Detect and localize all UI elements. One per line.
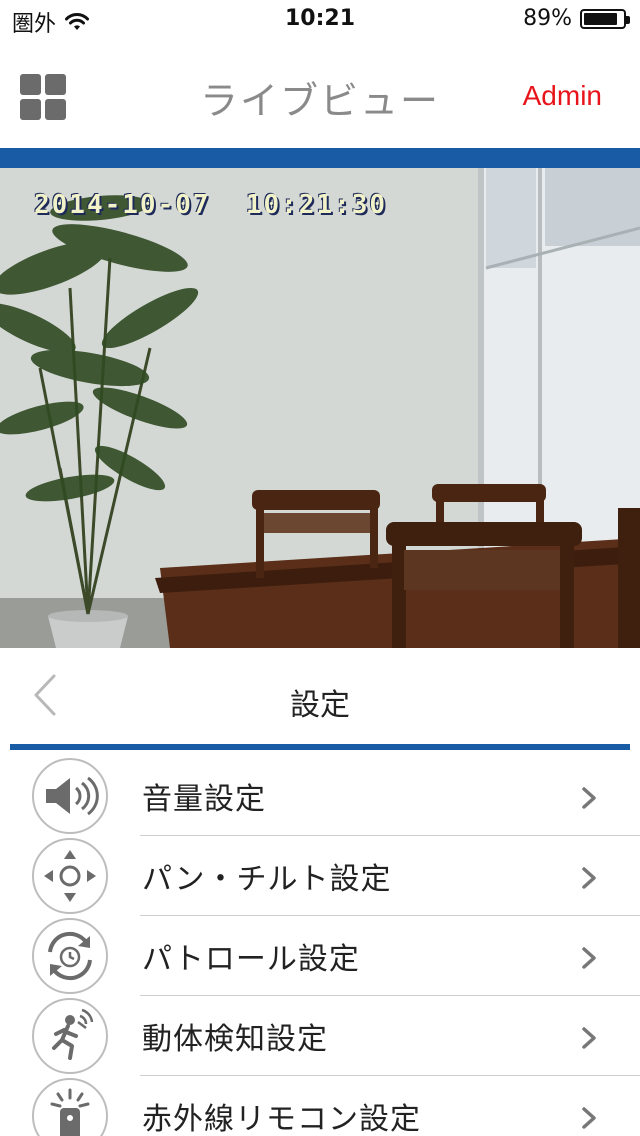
motion-detect-icon <box>32 998 108 1074</box>
settings-title: 設定 <box>290 688 350 723</box>
nav-bar: ライブビュー Admin <box>0 40 640 148</box>
chevron-right-icon <box>582 947 596 969</box>
chevron-right-icon <box>582 787 596 809</box>
ir-remote-icon <box>32 1078 108 1136</box>
battery-percent: 89% <box>523 6 572 31</box>
status-bar: 圏外 10:21 89% <box>0 0 640 40</box>
top-accent-bar <box>0 148 640 168</box>
list-item-label: 音量設定 <box>142 782 266 817</box>
settings-header: 設定 <box>0 648 640 744</box>
pan-tilt-icon <box>32 838 108 914</box>
list-item-ir-remote[interactable]: 赤外線リモコン設定 <box>0 1076 640 1136</box>
list-item-label: パン・チルト設定 <box>142 862 392 897</box>
camera-image <box>0 168 640 648</box>
chevron-right-icon <box>582 1027 596 1049</box>
list-item-motion-detect[interactable]: 動体検知設定 <box>0 996 640 1076</box>
admin-button[interactable]: Admin <box>523 80 602 112</box>
battery-fill <box>584 12 618 25</box>
settings-list: 音量設定 パン・チルト設定 パトロール設定 動体検知設定 赤外線リモコン設定 <box>0 756 640 1136</box>
battery-icon <box>580 8 630 29</box>
chevron-right-icon <box>582 867 596 889</box>
settings-divider <box>10 744 630 750</box>
list-item-label: 動体検知設定 <box>142 1022 328 1057</box>
chevron-right-icon <box>582 1107 596 1129</box>
list-item-volume[interactable]: 音量設定 <box>0 756 640 836</box>
list-item-patrol[interactable]: パトロール設定 <box>0 916 640 996</box>
patrol-icon <box>32 918 108 994</box>
camera-timestamp: 2014-10-07 10:21:30 <box>34 190 388 220</box>
speaker-icon <box>32 758 108 834</box>
status-right: 89% <box>523 6 630 31</box>
list-item-label: パトロール設定 <box>142 942 360 977</box>
list-item-label: 赤外線リモコン設定 <box>142 1102 421 1136</box>
list-item-pan-tilt[interactable]: パン・チルト設定 <box>0 836 640 916</box>
live-camera-view[interactable]: 2014-10-07 10:21:30 <box>0 168 640 648</box>
